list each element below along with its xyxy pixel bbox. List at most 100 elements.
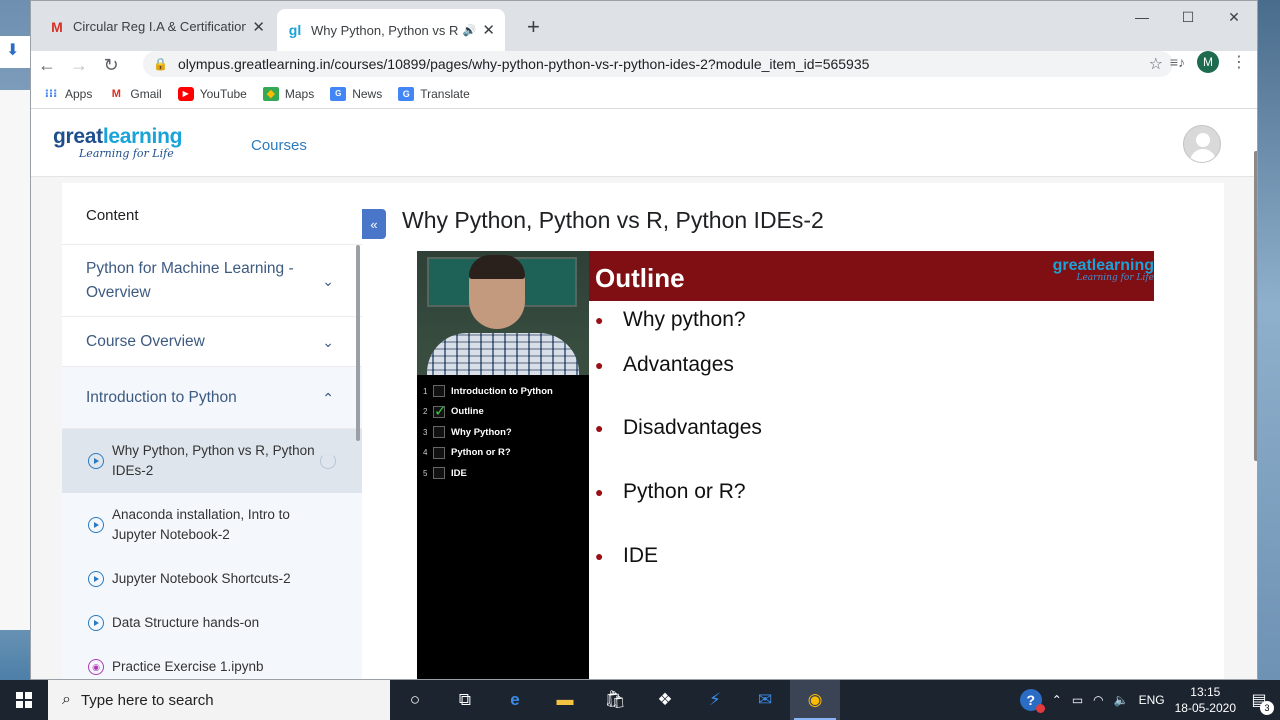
- bookmark-label: News: [352, 86, 383, 101]
- sidebar-title: Content: [62, 183, 362, 245]
- address-bar[interactable]: 🔒 olympus.greatlearning.in/courses/10899…: [143, 51, 1173, 77]
- edge-icon[interactable]: e: [490, 680, 540, 720]
- bullet-text: Disadvantages: [623, 416, 762, 440]
- bookmark-apps[interactable]: ⁝⁝⁝ Apps: [43, 86, 93, 101]
- module-label: Course Overview: [86, 332, 205, 350]
- toc-item[interactable]: 2 Outline: [423, 402, 553, 423]
- new-tab-button[interactable]: +: [527, 14, 540, 40]
- chevron-down-icon: ⌄: [322, 333, 334, 350]
- bullet-text: Advantages: [623, 352, 734, 376]
- windows-taskbar: ⌕ Type here to search ○ ⧉ e ▬ 🛍 ❖ ⚡ ✉ ◉ …: [0, 680, 1280, 720]
- user-avatar[interactable]: [1183, 125, 1221, 163]
- bookmark-news[interactable]: G News: [330, 86, 383, 101]
- dropbox-icon[interactable]: ❖: [640, 680, 690, 720]
- progress-spinner-icon: [320, 453, 336, 469]
- wifi-icon[interactable]: ◠: [1093, 693, 1103, 707]
- chrome-icon[interactable]: ◉: [790, 680, 840, 720]
- toc-item[interactable]: 3 Why Python?: [423, 422, 553, 443]
- toc-number: 3: [423, 427, 428, 437]
- video-player[interactable]: 1 Introduction to Python 2 Outline 3: [417, 251, 1154, 679]
- module-ml-overview[interactable]: Python for Machine Learning - Overview ⌄: [62, 245, 362, 317]
- toc-item[interactable]: 5 IDE: [423, 463, 553, 484]
- lesson-item-active[interactable]: Why Python, Python vs R, Python IDEs-2: [62, 429, 362, 493]
- tab-gmail[interactable]: M Circular Reg I.A & Certifications/ ✕: [39, 9, 275, 44]
- presenter-video: [417, 251, 589, 375]
- speaker-icon[interactable]: 🔊: [463, 24, 477, 37]
- lesson-item[interactable]: ◉ Practice Exercise 1.ipynb: [62, 645, 362, 679]
- checkbox-icon: [433, 426, 445, 439]
- slide-bullet: ● Python or R?: [595, 460, 762, 524]
- bookmark-maps[interactable]: ◆ Maps: [262, 86, 314, 101]
- greatlearning-logo[interactable]: greatlearning Learning for Life: [53, 125, 182, 160]
- cortana-icon[interactable]: ○: [390, 680, 440, 720]
- lesson-label: Why Python, Python vs R, Python IDEs-2: [112, 443, 315, 478]
- toc-item[interactable]: 1 Introduction to Python: [423, 381, 553, 402]
- slide-bullet: ● Why python?: [595, 307, 762, 333]
- bookmark-youtube[interactable]: ▶ YouTube: [177, 86, 247, 101]
- chevron-down-icon: ⌄: [322, 272, 334, 289]
- volume-icon[interactable]: 🔈: [1114, 693, 1129, 707]
- module-intro-python[interactable]: Introduction to Python ⌃: [62, 367, 362, 429]
- battery-icon[interactable]: ▭: [1072, 693, 1083, 707]
- maximize-icon[interactable]: ☐: [1165, 1, 1211, 33]
- bullet-icon: ●: [595, 356, 604, 373]
- forward-arrow-icon[interactable]: →: [63, 55, 95, 76]
- reload-icon[interactable]: ↻: [95, 55, 127, 76]
- close-tab-icon[interactable]: ✕: [252, 18, 265, 36]
- site-header: greatlearning Learning for Life Courses: [31, 111, 1257, 177]
- bookmark-label: Apps: [65, 86, 93, 101]
- collapse-sidebar-button[interactable]: «: [362, 209, 386, 239]
- slide-title: Outline: [595, 263, 685, 293]
- page-scrollbar[interactable]: [1254, 151, 1257, 461]
- lesson-item[interactable]: Jupyter Notebook Shortcuts-2: [62, 557, 362, 601]
- toc-number: 4: [423, 448, 428, 458]
- play-circle-icon: [88, 517, 104, 533]
- close-window-icon[interactable]: ✕: [1211, 1, 1257, 33]
- taskbar-search[interactable]: ⌕ Type here to search: [48, 680, 390, 720]
- lock-icon[interactable]: 🔒: [153, 57, 168, 71]
- help-icon[interactable]: ?: [1019, 689, 1045, 713]
- module-course-overview[interactable]: Course Overview ⌄: [62, 317, 362, 367]
- task-view-icon[interactable]: ⧉: [440, 680, 490, 720]
- media-control-icon[interactable]: ≡♪: [1170, 54, 1185, 70]
- start-button[interactable]: [0, 680, 48, 720]
- profile-avatar[interactable]: M: [1197, 51, 1219, 73]
- courses-link[interactable]: Courses: [251, 137, 307, 154]
- language-indicator[interactable]: ENG: [1139, 693, 1165, 707]
- lesson-label: Anaconda installation, Intro to Jupyter …: [112, 507, 290, 542]
- lesson-item[interactable]: Data Structure hands-on: [62, 601, 362, 645]
- chevron-up-icon[interactable]: ⌃: [1052, 693, 1062, 707]
- bookmark-translate[interactable]: G Translate: [398, 86, 470, 101]
- menu-kebab-icon[interactable]: ⋮: [1231, 52, 1247, 72]
- mail-icon[interactable]: ✉: [740, 680, 790, 720]
- maps-icon: ◆: [262, 86, 279, 101]
- close-tab-icon[interactable]: ✕: [482, 21, 495, 39]
- bullet-icon: ●: [595, 483, 604, 500]
- tab-greatlearning[interactable]: gl Why Python, Python vs R, Py 🔊 ✕: [277, 9, 505, 51]
- video-side-panel: 1 Introduction to Python 2 Outline 3: [417, 251, 589, 679]
- back-arrow-icon[interactable]: ←: [31, 55, 63, 76]
- toc-label: Introduction to Python: [451, 385, 553, 397]
- toc-item[interactable]: 4 Python or R?: [423, 443, 553, 464]
- checkmark-icon: [433, 402, 447, 420]
- page-title: Why Python, Python vs R, Python IDEs-2: [402, 207, 824, 233]
- bookmark-star-icon[interactable]: ☆: [1149, 54, 1163, 74]
- tab-label: Circular Reg I.A & Certifications/: [73, 19, 247, 34]
- visual-studio-code-icon[interactable]: ⚡: [690, 680, 740, 720]
- tab-strip: M Circular Reg I.A & Certifications/ ✕ g…: [31, 1, 1257, 51]
- bullet-text: Why python?: [623, 308, 746, 331]
- notification-icon[interactable]: ▤ 3: [1246, 687, 1274, 715]
- toc-number: 2: [423, 407, 428, 417]
- file-explorer-icon[interactable]: ▬: [540, 680, 590, 720]
- sidebar-scrollbar[interactable]: [356, 245, 360, 441]
- store-icon[interactable]: 🛍: [590, 680, 640, 720]
- bookmark-gmail[interactable]: M Gmail: [108, 87, 162, 101]
- clock[interactable]: 13:15 18-05-2020: [1175, 684, 1236, 716]
- search-icon: ⌕: [62, 691, 71, 708]
- video-toc: 1 Introduction to Python 2 Outline 3: [423, 381, 553, 484]
- translate-icon: G: [398, 86, 415, 101]
- lesson-label: Data Structure hands-on: [112, 615, 260, 630]
- minimize-icon[interactable]: —: [1119, 1, 1165, 33]
- lesson-item[interactable]: Anaconda installation, Intro to Jupyter …: [62, 493, 362, 557]
- logo-accent-text: learning: [102, 125, 183, 148]
